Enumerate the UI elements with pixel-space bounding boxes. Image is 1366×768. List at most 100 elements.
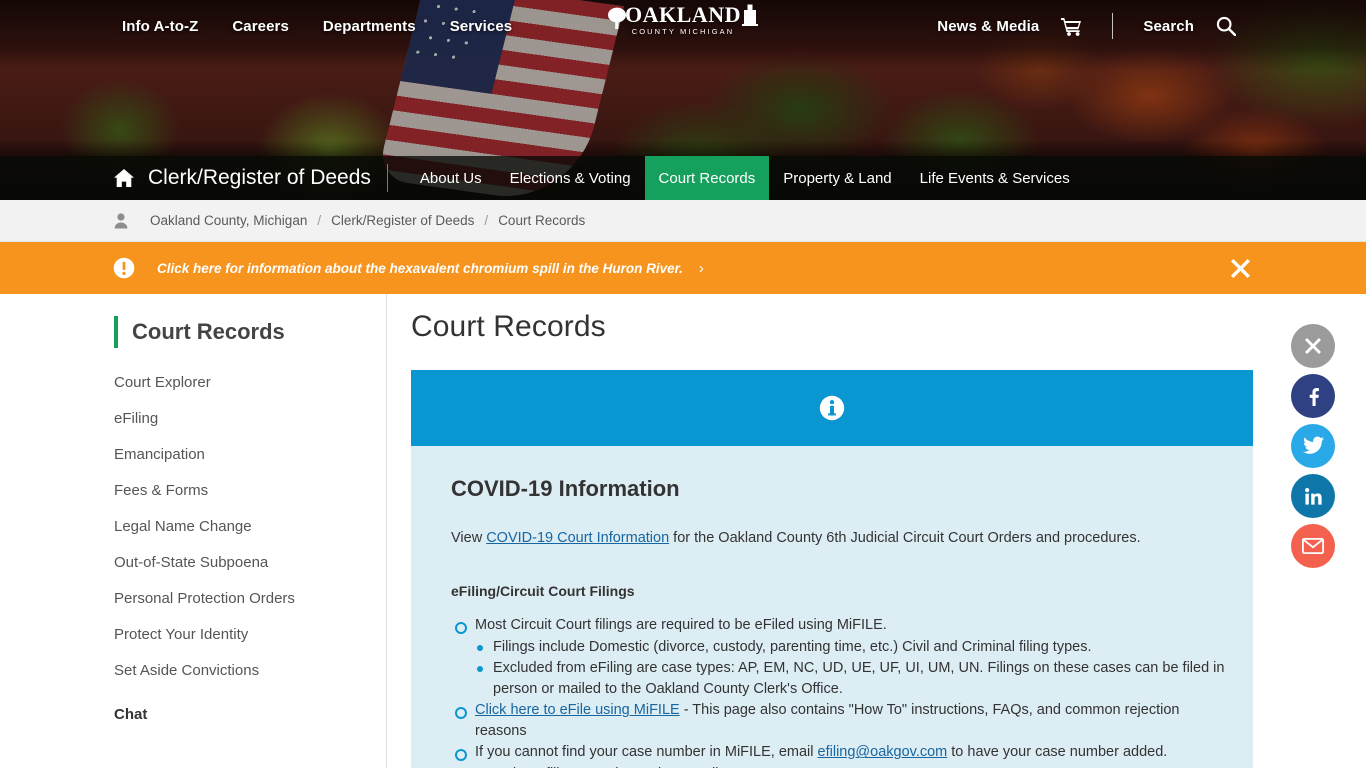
share-twitter-button[interactable] (1291, 424, 1335, 468)
top-nav-item-departments[interactable]: Departments (323, 18, 416, 35)
close-icon (1305, 338, 1321, 354)
sidebar-item-court-explorer[interactable]: Court Explorer (114, 374, 211, 391)
sidebar-heading: Court Records (114, 316, 386, 348)
alert-message-link[interactable]: Click here for information about the hex… (157, 261, 683, 276)
top-nav-right-group: News & Media Search (937, 13, 1237, 39)
twitter-icon (1302, 436, 1324, 454)
bullet-3-text-after: to have your case number added. (947, 744, 1168, 761)
sidebar-title: Court Records (132, 319, 285, 344)
user-icon (114, 212, 128, 228)
courthouse-icon (742, 4, 758, 26)
list-item: Protect Your Identity (114, 626, 386, 644)
linkedin-icon (1304, 487, 1322, 505)
breadcrumb-separator: / (484, 213, 489, 228)
sidebar-menu: Court Explorer eFiling Emancipation Fees… (114, 374, 386, 680)
dept-nav-item-property-land[interactable]: Property & Land (769, 156, 905, 200)
info-icon (819, 395, 845, 421)
list-item: Out-of-State Subpoena (114, 554, 386, 572)
bullet-1-text: Most Circuit Court filings are required … (475, 617, 887, 634)
list-item: Personal Protection Orders (114, 590, 386, 608)
list-item: Court Explorer (114, 374, 386, 392)
list-item: For other efiling questions, please call… (451, 764, 1225, 768)
covid-court-information-link[interactable]: COVID-19 Court Information (486, 530, 669, 546)
list-item: Fees & Forms (114, 482, 386, 500)
search-label[interactable]: Search (1143, 18, 1194, 35)
main-content: Court Records COVID-19 Information View … (387, 294, 1366, 768)
efiling-email-link[interactable]: efiling@oakgov.com (818, 744, 948, 760)
list-item: Emancipation (114, 446, 386, 464)
sidebar-item-set-aside-convictions[interactable]: Set Aside Convictions (114, 662, 259, 679)
intro-text-before: View (451, 530, 487, 546)
breadcrumb-item-oakland-county[interactable]: Oakland County, Michigan (150, 213, 307, 228)
breadcrumb-item-clerk-register-of-deeds[interactable]: Clerk/Register of Deeds (331, 213, 474, 228)
page-body: Court Records Court Explorer eFiling Ema… (0, 294, 1366, 768)
close-icon (1231, 258, 1250, 278)
sidebar-item-legal-name-change[interactable]: Legal Name Change (114, 518, 252, 535)
breadcrumb-separator: / (317, 213, 322, 228)
list-item: Legal Name Change (114, 518, 386, 536)
efiling-bullet-list: Most Circuit Court filings are required … (451, 615, 1225, 768)
share-linkedin-button[interactable] (1291, 474, 1335, 518)
covid-info-box-header (411, 370, 1253, 446)
sidebar-accent-bar (114, 316, 118, 348)
efiling-subheading: eFiling/Circuit Court Filings (451, 583, 635, 600)
list-item: Set Aside Convictions (114, 662, 386, 680)
home-icon (114, 169, 134, 187)
site-logo[interactable]: OAKLAND COUNTY MICHIGAN (598, 4, 768, 36)
list-item: Filings include Domestic (divorce, custo… (475, 637, 1225, 658)
social-share-rail (1291, 324, 1335, 568)
sidebar: Court Records Court Explorer eFiling Ema… (0, 294, 387, 768)
list-item: Click here to eFile using MiFILE - This … (451, 700, 1225, 741)
covid-info-intro: View COVID-19 Court Information for the … (451, 528, 1225, 549)
alert-close-button[interactable] (1227, 255, 1254, 282)
facebook-icon (1309, 388, 1319, 406)
list-item: Excluded from eFiling are case types: AP… (475, 658, 1225, 699)
intro-text-after: for the Oakland County 6th Judicial Circ… (669, 530, 1141, 546)
department-nav-divider (386, 164, 388, 192)
chevron-right-icon: › (698, 259, 704, 277)
search-icon[interactable] (1216, 16, 1237, 37)
covid-info-title: COVID-19 Information (451, 476, 680, 501)
dept-nav-item-elections-voting[interactable]: Elections & Voting (496, 156, 645, 200)
top-nav-item-info-a-to-z[interactable]: Info A-to-Z (122, 18, 198, 35)
sidebar-item-protect-your-identity[interactable]: Protect Your Identity (114, 626, 248, 643)
sidebar-chat-heading: Chat (114, 706, 148, 723)
sidebar-item-fees-forms[interactable]: Fees & Forms (114, 482, 208, 499)
top-nav-item-news-media[interactable]: News & Media (937, 18, 1039, 35)
department-title: Clerk/Register of Deeds (148, 166, 371, 189)
sidebar-item-emancipation[interactable]: Emancipation (114, 446, 205, 463)
efile-using-mifile-link[interactable]: Click here to eFile using MiFILE (475, 702, 680, 718)
covid-info-box: COVID-19 Information View COVID-19 Court… (411, 370, 1253, 768)
list-item: eFiling (114, 410, 386, 428)
alert-banner: Click here for information about the hex… (0, 242, 1366, 294)
breadcrumb: Oakland County, Michigan / Clerk/Registe… (0, 200, 1366, 242)
covid-info-box-body: COVID-19 Information View COVID-19 Court… (411, 446, 1253, 768)
exclamation-circle-icon (113, 257, 135, 279)
department-nav-items: About Us Elections & Voting Court Record… (406, 156, 1084, 200)
top-nav-links: Info A-to-Z Careers Departments Services (122, 18, 512, 35)
hero-header: Info A-to-Z Careers Departments Services… (0, 0, 1366, 200)
share-email-button[interactable] (1291, 524, 1335, 568)
top-nav-divider (1112, 13, 1114, 39)
dept-nav-item-court-records[interactable]: Court Records (644, 156, 770, 200)
sidebar-item-personal-protection-orders[interactable]: Personal Protection Orders (114, 590, 295, 607)
efiling-sub-bullet-list: Filings include Domestic (divorce, custo… (475, 637, 1225, 700)
top-nav-item-careers[interactable]: Careers (232, 18, 289, 35)
social-close-button[interactable] (1291, 324, 1335, 368)
share-facebook-button[interactable] (1291, 374, 1335, 418)
dept-nav-item-life-events-services[interactable]: Life Events & Services (906, 156, 1084, 200)
sidebar-item-efiling[interactable]: eFiling (114, 410, 158, 427)
list-item: If you cannot find your case number in M… (451, 742, 1225, 763)
top-nav-item-services[interactable]: Services (450, 18, 513, 35)
sidebar-item-out-of-state-subpoena[interactable]: Out-of-State Subpoena (114, 554, 268, 571)
breadcrumb-item-court-records: Court Records (498, 213, 586, 228)
list-item: Most Circuit Court filings are required … (451, 615, 1225, 699)
shopping-cart-icon[interactable] (1061, 17, 1082, 36)
page-title: Court Records (411, 310, 606, 343)
oak-tree-icon (608, 7, 626, 29)
dept-nav-item-about-us[interactable]: About Us (406, 156, 496, 200)
bullet-3-text-before: If you cannot find your case number in M… (475, 744, 818, 761)
department-nav: Clerk/Register of Deeds About Us Electio… (0, 156, 1366, 200)
email-icon (1302, 538, 1324, 554)
department-home-link[interactable]: Clerk/Register of Deeds (114, 166, 371, 190)
